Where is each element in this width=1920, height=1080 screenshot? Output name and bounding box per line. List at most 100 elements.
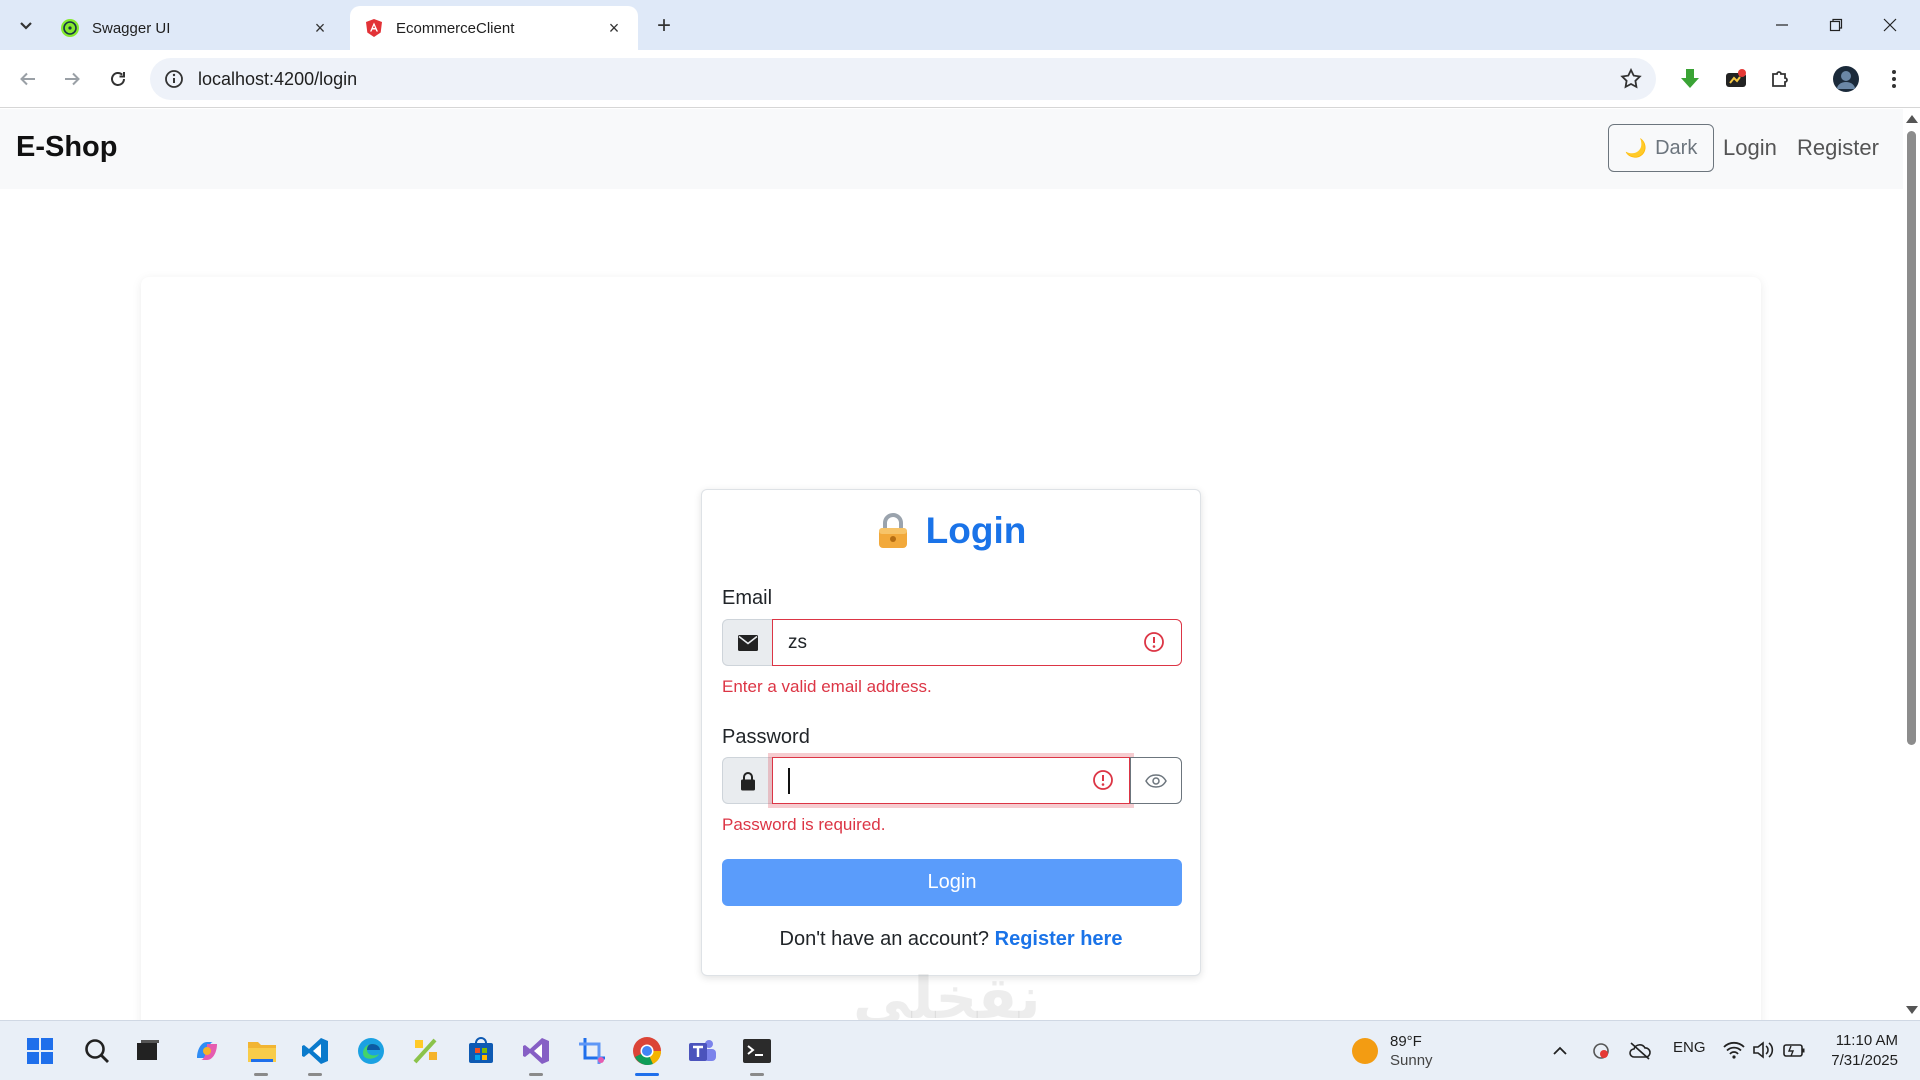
close-tab-icon[interactable]: × <box>604 18 624 38</box>
microsoft-store-app[interactable] <box>464 1034 498 1068</box>
tab-ecommerce-client[interactable]: EcommerceClient × <box>350 6 638 50</box>
running-indicator <box>529 1073 543 1076</box>
padlock-icon <box>722 757 772 804</box>
register-prompt: Don't have an account? Register here <box>702 928 1200 951</box>
vscode-app[interactable] <box>298 1034 332 1068</box>
download-arrow-icon <box>1681 69 1699 88</box>
file-explorer-app[interactable] <box>245 1034 279 1068</box>
email-field[interactable] <box>772 619 1182 666</box>
reload-button[interactable] <box>102 63 134 95</box>
chevron-down-icon <box>20 22 32 30</box>
copilot-app[interactable] <box>190 1034 224 1068</box>
visual-studio-app[interactable] <box>519 1034 553 1068</box>
close-icon <box>1883 18 1897 32</box>
register-here-link[interactable]: Register here <box>995 928 1123 950</box>
angular-icon <box>366 19 382 37</box>
edge-icon <box>358 1038 384 1064</box>
show-hidden-icons-chevron-icon[interactable] <box>1552 1043 1568 1059</box>
reload-icon <box>111 72 125 86</box>
chrome-icon <box>633 1037 662 1066</box>
profile-button[interactable] <box>1830 63 1862 95</box>
battery-icon[interactable] <box>1783 1041 1805 1059</box>
email-input-group <box>722 619 1182 666</box>
register-prompt-text: Don't have an account? <box>779 928 990 950</box>
scroll-down-arrow-icon[interactable] <box>1906 1006 1918 1014</box>
input-language-indicator[interactable]: ENG <box>1673 1039 1706 1056</box>
arrow-left-icon <box>20 72 35 86</box>
snipping-tool-app[interactable] <box>575 1034 609 1068</box>
moon-icon: 🌙 <box>1624 137 1648 158</box>
tab-title: Swagger UI <box>92 19 171 37</box>
terminal-icon <box>743 1039 771 1063</box>
page-viewport: E-Shop 🌙 Dark Login Register Login Email… <box>0 109 1903 1020</box>
locked-padlock-icon <box>878 513 907 548</box>
back-button[interactable] <box>12 63 44 95</box>
arrow-right-icon <box>65 72 80 86</box>
brand-logo[interactable]: E-Shop <box>16 131 118 164</box>
task-view-button[interactable] <box>131 1034 165 1068</box>
theme-toggle-label: Dark <box>1655 136 1698 159</box>
download-extension-button[interactable] <box>1674 63 1706 95</box>
wifi-icon[interactable] <box>1723 1041 1745 1059</box>
theme-toggle-button[interactable]: 🌙 Dark <box>1608 124 1714 172</box>
url-text[interactable]: localhost:4200/login <box>198 69 357 90</box>
extension-button[interactable] <box>1720 63 1752 95</box>
taskbar-search-button[interactable] <box>80 1034 114 1068</box>
close-window-button[interactable] <box>1870 8 1910 42</box>
teams-icon <box>689 1040 716 1061</box>
weather-widget[interactable]: 89°F Sunny <box>1352 1032 1433 1070</box>
security-tray-icon[interactable] <box>1591 1041 1611 1061</box>
store-icon <box>469 1037 493 1063</box>
close-tab-icon[interactable]: × <box>310 18 330 38</box>
password-label: Password <box>722 726 810 748</box>
site-info-icon[interactable] <box>164 69 184 89</box>
new-tab-button[interactable]: + <box>650 12 678 40</box>
forward-button[interactable] <box>56 63 88 95</box>
browser-menu-button[interactable] <box>1878 63 1910 95</box>
clock-time: 11:10 AM <box>1835 1032 1898 1049</box>
login-heading: Login <box>702 510 1200 552</box>
password-error-message: Password is required. <box>722 815 886 834</box>
bookmark-star-icon[interactable] <box>1620 68 1642 90</box>
extension-app-icon <box>1726 69 1746 87</box>
running-indicator <box>308 1073 322 1076</box>
scroll-up-arrow-icon[interactable] <box>1906 115 1918 123</box>
weather-description: Sunny <box>1390 1052 1433 1069</box>
running-indicator <box>750 1073 764 1076</box>
address-bar[interactable]: localhost:4200/login <box>150 58 1656 100</box>
browser-toolbar: localhost:4200/login <box>0 50 1920 108</box>
teams-app[interactable] <box>685 1034 719 1068</box>
extensions-menu-button[interactable] <box>1764 63 1796 95</box>
avatar <box>1833 66 1859 92</box>
onedrive-offline-icon[interactable] <box>1628 1041 1652 1061</box>
invalid-field-icon <box>1093 770 1113 790</box>
watermark: نقخلي <box>853 964 1041 1020</box>
tab-swagger-ui[interactable]: Swagger UI × <box>46 6 344 50</box>
login-submit-button[interactable]: Login <box>722 859 1182 906</box>
minimize-icon <box>1776 24 1788 26</box>
scrollbar-thumb[interactable] <box>1907 131 1916 745</box>
minimize-button[interactable] <box>1762 8 1802 42</box>
login-title: Login <box>925 510 1027 551</box>
password-field[interactable] <box>772 757 1130 804</box>
chrome-app[interactable] <box>630 1034 664 1068</box>
password-input-group <box>722 757 1182 804</box>
toggle-password-visibility-button[interactable] <box>1130 757 1182 804</box>
pixel-app[interactable] <box>409 1034 443 1068</box>
start-button[interactable] <box>23 1034 57 1068</box>
terminal-app[interactable] <box>740 1034 774 1068</box>
folder-icon <box>248 1042 276 1062</box>
restore-icon <box>1829 18 1843 32</box>
system-clock[interactable]: 11:10 AM 7/31/2025 <box>1820 1031 1898 1071</box>
browser-tab-bar: Swagger UI × EcommerceClient × + <box>0 0 1920 50</box>
login-card: Login Email Enter a valid email address.… <box>701 489 1201 976</box>
nav-register-link[interactable]: Register <box>1797 135 1879 161</box>
active-app-indicator <box>635 1073 659 1076</box>
restore-button[interactable] <box>1816 8 1856 42</box>
volume-icon[interactable] <box>1753 1041 1775 1059</box>
nav-login-link[interactable]: Login <box>1723 135 1777 161</box>
edge-app[interactable] <box>354 1034 388 1068</box>
task-view-icon <box>137 1040 159 1060</box>
page-scrollbar[interactable] <box>1903 109 1920 1020</box>
tab-search-button[interactable] <box>12 12 40 40</box>
